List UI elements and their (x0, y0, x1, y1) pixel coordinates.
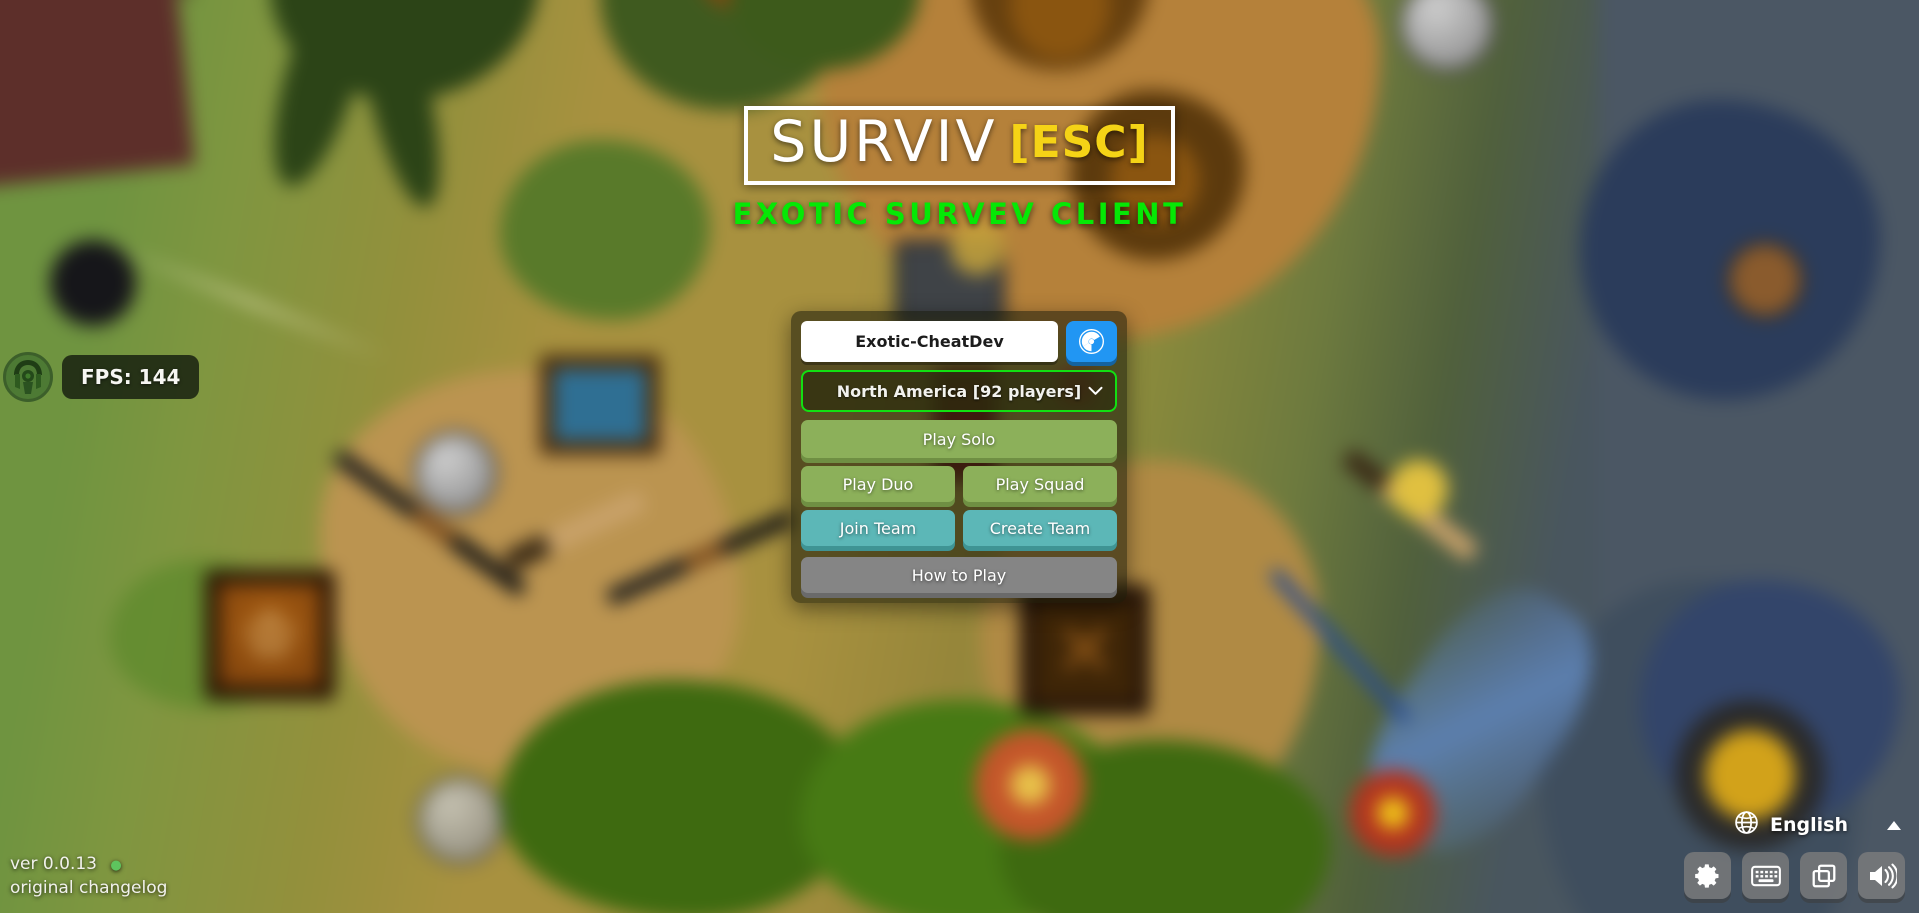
language-selector[interactable]: English (1734, 810, 1905, 840)
bg-item (1390, 460, 1448, 518)
fps-block: FPS: 144 (3, 352, 200, 402)
play-solo-button[interactable]: Play Solo (801, 420, 1117, 458)
join-team-button[interactable]: Join Team (801, 510, 955, 546)
status-dot: ● (110, 857, 122, 873)
speaker-icon (1869, 863, 1897, 888)
bg-bullet-tracer (110, 243, 390, 361)
duo-squad-row: Play Duo Play Squad (801, 466, 1117, 502)
play-duo-button[interactable]: Play Duo (801, 466, 955, 502)
language-label: English (1770, 814, 1848, 836)
bg-object-center (1705, 730, 1795, 820)
bg-item (950, 220, 1005, 275)
team-row: Join Team Create Team (801, 510, 1117, 546)
version-block: ver 0.0.13 ● original changelog (10, 852, 167, 901)
bg-tree-trunk (1110, 135, 1200, 225)
bg-tree-trunk (1725, 240, 1805, 320)
windows-button[interactable] (1800, 852, 1847, 899)
region-select[interactable]: North America [92 players] (801, 370, 1117, 412)
bg-stone (412, 430, 498, 516)
bg-bush (500, 140, 710, 320)
version-line: ver 0.0.13 ● (10, 852, 167, 877)
username-input[interactable] (801, 321, 1058, 362)
owl-emblem-icon (3, 352, 53, 402)
how-to-play-button[interactable]: How to Play (801, 557, 1117, 593)
create-team-button[interactable]: Create Team (963, 510, 1117, 546)
nuke-button[interactable] (1066, 321, 1117, 362)
bg-stone (415, 775, 505, 865)
bull-skull-icon: ♔ (243, 601, 297, 668)
gear-icon (1694, 863, 1718, 888)
bottom-right-controls: English (1684, 810, 1905, 899)
bg-flower-center (1377, 797, 1409, 829)
icon-button-row (1684, 852, 1905, 899)
bg-crate: ✕ (1020, 585, 1150, 715)
caret-up-icon (1887, 820, 1901, 830)
bg-picture-art (554, 369, 646, 441)
game-screen: ♔ ✕ SURVIV [ESC] EXOTIC SURVEV CLIENT Ex… (0, 0, 1919, 913)
sound-button[interactable] (1858, 852, 1905, 899)
radiation-icon (1079, 329, 1104, 354)
bg-picture-frame (540, 355, 660, 455)
bg-flower-center (1010, 765, 1050, 805)
fps-counter: FPS: 144 (62, 355, 200, 399)
windows-copy-icon (1812, 864, 1835, 887)
version-text: ver 0.0.13 (10, 853, 97, 874)
x-mark-icon: ✕ (1054, 611, 1116, 691)
bg-building-roof (0, 0, 195, 194)
region-select-label: North America [92 players] (836, 381, 1082, 401)
bg-stone (1398, 0, 1496, 73)
keyboard-icon (1750, 865, 1781, 886)
changelog-link[interactable]: original changelog (10, 876, 167, 901)
main-menu-panel: North America [92 players] Play Solo Pla… (791, 311, 1127, 603)
keybinds-button[interactable] (1742, 852, 1789, 899)
play-squad-button[interactable]: Play Squad (963, 466, 1117, 502)
bg-crate: ♔ (205, 570, 335, 700)
globe-icon (1734, 810, 1759, 840)
chevron-down-icon (1088, 386, 1103, 396)
name-row (801, 321, 1117, 362)
settings-button[interactable] (1684, 852, 1731, 899)
